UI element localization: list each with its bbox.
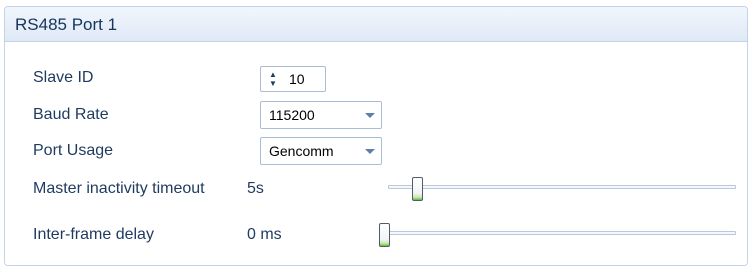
slider-track[interactable]: [379, 231, 736, 235]
rs485-port-panel: RS485 Port 1 Slave ID ▲ ▼ 10 Baud Rate 1…: [4, 6, 748, 266]
spin-down-icon[interactable]: ▼: [268, 80, 278, 88]
slave-id-spinner[interactable]: ▲ ▼ 10: [260, 66, 326, 92]
master-inactivity-timeout-slider[interactable]: [388, 177, 736, 201]
master-inactivity-timeout-value: 5s: [247, 180, 264, 197]
panel-body: Slave ID ▲ ▼ 10 Baud Rate 115200 Port Us…: [5, 42, 747, 265]
inter-frame-delay-slider[interactable]: [379, 223, 736, 247]
chevron-down-icon[interactable]: [365, 149, 375, 154]
panel-header: RS485 Port 1: [5, 7, 747, 42]
port-usage-label: Port Usage: [33, 142, 114, 159]
baud-rate-label: Baud Rate: [33, 106, 109, 123]
port-usage-value: Gencomm: [269, 143, 334, 159]
slider-track[interactable]: [388, 185, 736, 189]
chevron-down-icon[interactable]: [365, 113, 375, 118]
panel-title: RS485 Port 1: [15, 15, 118, 34]
slave-id-label: Slave ID: [33, 69, 94, 86]
port-usage-dropdown[interactable]: Gencomm: [260, 137, 382, 165]
inter-frame-delay-value: 0 ms: [247, 226, 282, 243]
inter-frame-delay-label: Inter-frame delay: [33, 226, 154, 243]
baud-rate-value: 115200: [269, 107, 315, 123]
master-inactivity-timeout-label: Master inactivity timeout: [33, 180, 205, 197]
spin-up-icon[interactable]: ▲: [268, 71, 278, 79]
slider-thumb[interactable]: [412, 177, 423, 201]
spinner-arrows: ▲ ▼: [268, 71, 278, 88]
slave-id-value[interactable]: 10: [289, 71, 305, 87]
slider-thumb[interactable]: [379, 223, 390, 247]
baud-rate-dropdown[interactable]: 115200: [260, 101, 382, 129]
